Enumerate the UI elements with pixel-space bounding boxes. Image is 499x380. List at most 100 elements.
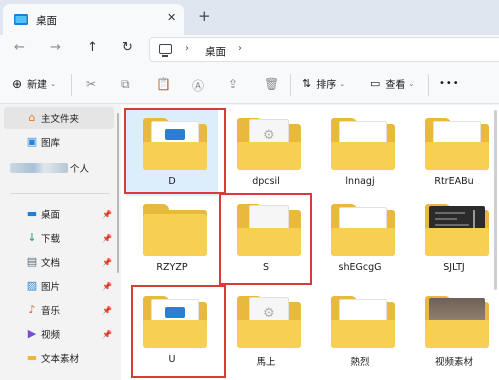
pin-icon: 📌 xyxy=(102,305,112,315)
folder-icon xyxy=(237,204,301,256)
forward-button[interactable]: → xyxy=(50,40,61,55)
folder-item-relie[interactable]: 熱烈 xyxy=(314,288,406,374)
chevron-down-icon: ⌄ xyxy=(408,79,415,88)
folder-item-dpcsil[interactable]: ⚙ dpcsil xyxy=(220,110,312,196)
folder-item-u[interactable]: U xyxy=(126,288,218,374)
chevron-down-icon: ⌄ xyxy=(50,79,56,88)
sidebar-item-pictures[interactable]: ▨ 图片 📌 xyxy=(4,275,114,297)
pin-icon: 📌 xyxy=(102,329,112,339)
chevron-down-icon: ⌄ xyxy=(339,79,346,88)
up-button[interactable]: ↑ xyxy=(87,40,98,55)
command-bar: ⊕ 新建 ⌄ ✂ ⧉ 📋 Ⓐ ⇪ 🗑 ⇅ 排序 ⌄ ▭ 查看 ⌄ ••• xyxy=(0,66,499,104)
sidebar-item-videos[interactable]: ▶ 视频 📌 xyxy=(4,323,114,345)
folder-item-s[interactable]: S xyxy=(220,196,312,282)
back-button[interactable]: ← xyxy=(14,40,25,55)
plus-circle-icon: ⊕ xyxy=(12,76,23,91)
sort-button[interactable]: ⇅ 排序 ⌄ xyxy=(302,76,345,91)
folder-name: RZYZP xyxy=(156,262,188,273)
sidebar-item-label: 个人 xyxy=(70,164,90,175)
sidebar-item-label: 下载 xyxy=(41,234,61,245)
folder-item-d[interactable]: D xyxy=(126,110,218,196)
folder-item-sjltj[interactable]: SJLTJ xyxy=(408,196,499,282)
sidebar-item-home[interactable]: ⌂ 主文件夹 xyxy=(4,107,114,129)
address-bar[interactable]: › 桌面 › xyxy=(149,37,499,62)
sidebar-item-personal[interactable]: 个人 xyxy=(4,157,114,179)
navigation-bar: ← → ↑ ↻ › 桌面 › xyxy=(0,35,499,66)
sidebar-scrollbar[interactable] xyxy=(117,113,119,273)
download-icon: ↓ xyxy=(27,231,37,244)
sidebar-item-label: 视频 xyxy=(41,330,61,341)
folder-icon: ⚙ xyxy=(237,118,301,170)
content-scrollbar[interactable] xyxy=(494,110,497,290)
folder-icon xyxy=(143,118,207,170)
folder-name: 视频素材 xyxy=(434,357,473,368)
toolbar-divider xyxy=(290,74,291,96)
folder-name: D xyxy=(168,176,176,187)
folder-item-rtreabu[interactable]: RtrEABu xyxy=(408,110,499,196)
sidebar-item-label: 图库 xyxy=(41,138,61,149)
sidebar-item-gallery[interactable]: ▣ 图库 xyxy=(4,131,114,153)
sidebar-item-music[interactable]: ♪ 音乐 📌 xyxy=(4,299,114,321)
view-button[interactable]: ▭ 查看 ⌄ xyxy=(370,76,414,91)
title-bar: 桌面 ✕ + xyxy=(0,0,499,35)
close-tab-icon[interactable]: ✕ xyxy=(167,11,176,24)
breadcrumb-separator: › xyxy=(238,43,242,54)
pin-icon: 📌 xyxy=(102,233,112,243)
folder-name: lnnagj xyxy=(345,176,375,187)
folder-name: 馬上 xyxy=(256,357,276,368)
sort-icon: ⇅ xyxy=(302,77,312,90)
folder-item-video-materials[interactable]: 视频素材 xyxy=(408,288,499,374)
sidebar-item-text-materials[interactable]: ▬ 文本素材 xyxy=(4,347,114,369)
folder-icon: ▬ xyxy=(26,351,38,364)
new-button[interactable]: ⊕ 新建 ⌄ xyxy=(12,76,56,92)
paste-icon[interactable]: 📋 xyxy=(156,77,171,91)
cut-icon[interactable]: ✂ xyxy=(86,77,96,91)
breadcrumb-desktop[interactable]: 桌面 xyxy=(205,44,226,59)
folder-item-rzyzp[interactable]: RZYZP xyxy=(126,196,218,282)
sidebar-item-label: 桌面 xyxy=(41,210,61,221)
new-tab-button[interactable]: + xyxy=(198,7,211,25)
tab-title: 桌面 xyxy=(36,15,57,27)
sidebar-item-documents[interactable]: ▤ 文档 📌 xyxy=(4,251,114,273)
folder-icon xyxy=(331,118,395,170)
pin-icon: 📌 xyxy=(102,257,112,267)
folder-item-mashang[interactable]: ⚙ 馬上 xyxy=(220,288,312,374)
copy-icon[interactable]: ⧉ xyxy=(121,77,130,92)
refresh-button[interactable]: ↻ xyxy=(122,40,133,55)
folder-name: shEGcgG xyxy=(338,262,382,273)
tab-desktop[interactable]: 桌面 ✕ xyxy=(3,4,184,35)
sort-label: 排序 xyxy=(316,80,337,91)
sidebar-item-downloads[interactable]: ↓ 下载 📌 xyxy=(4,227,114,249)
folder-icon xyxy=(143,296,207,348)
home-icon: ⌂ xyxy=(28,111,36,124)
rename-icon[interactable]: Ⓐ xyxy=(192,77,204,94)
breadcrumb-separator: › xyxy=(185,43,189,54)
folder-item-lnnagj[interactable]: lnnagj xyxy=(314,110,406,196)
folder-name: dpcsil xyxy=(252,176,280,187)
sidebar-item-desktop[interactable]: ▬ 桌面 📌 xyxy=(4,203,114,225)
folder-name: 熱烈 xyxy=(350,357,370,368)
pin-icon: 📌 xyxy=(102,281,112,291)
more-options-button[interactable]: ••• xyxy=(439,78,460,89)
folder-icon xyxy=(425,204,489,256)
folder-icon xyxy=(143,204,207,256)
folder-name: S xyxy=(262,262,270,273)
navigation-pane: ⌂ 主文件夹 ▣ 图库 个人 ▬ 桌面 📌 ↓ 下载 📌 ▤ 文档 📌 ▨ 图片… xyxy=(0,105,120,380)
folder-icon xyxy=(331,204,395,256)
folder-name: RtrEABu xyxy=(434,176,474,187)
folder-name: U xyxy=(168,354,176,365)
view-icon: ▭ xyxy=(370,77,381,90)
folder-icon xyxy=(425,118,489,170)
delete-icon[interactable]: 🗑 xyxy=(264,77,279,91)
pin-icon: 📌 xyxy=(102,209,112,219)
sidebar-item-label: 音乐 xyxy=(41,306,61,317)
new-label: 新建 xyxy=(27,80,48,91)
document-icon: ▤ xyxy=(26,255,38,268)
folder-item-shegcgg[interactable]: shEGcgG xyxy=(314,196,406,282)
folder-name: SJLTJ xyxy=(443,262,465,273)
music-icon: ♪ xyxy=(28,303,36,316)
sidebar-item-label: 文档 xyxy=(41,258,61,269)
desktop-icon: ▬ xyxy=(26,207,38,220)
share-icon[interactable]: ⇪ xyxy=(228,77,238,91)
desktop-folder-icon xyxy=(14,14,28,25)
